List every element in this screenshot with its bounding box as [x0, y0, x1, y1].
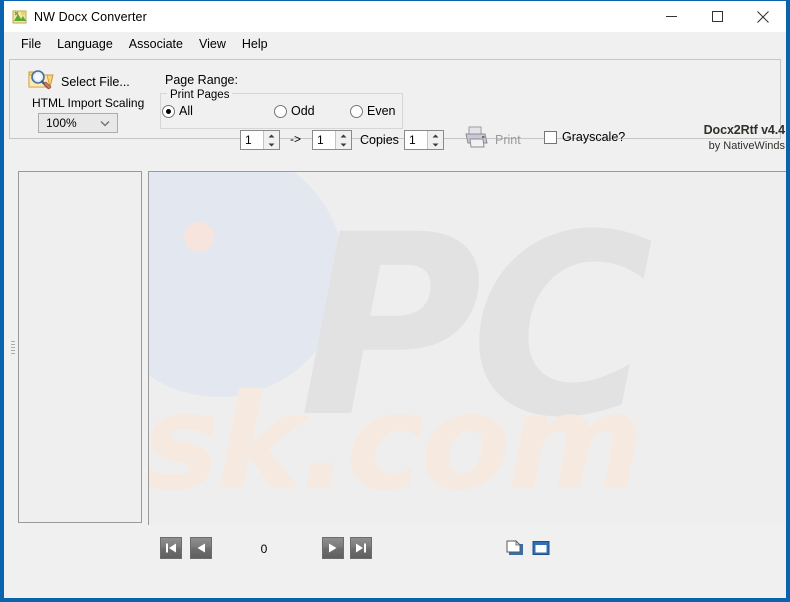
- page-range-to-value: 1: [317, 133, 324, 147]
- checkbox-box: [544, 130, 557, 144]
- print-label: Print: [495, 132, 521, 147]
- page-number-display: 0: [260, 542, 268, 556]
- chevron-down-icon: [97, 120, 113, 127]
- next-page-icon: [329, 543, 337, 553]
- menu-item-view[interactable]: View: [191, 35, 234, 54]
- radio-print-pages-even[interactable]: Even: [350, 104, 396, 118]
- open-folder-search-icon: [28, 67, 54, 96]
- radio-indicator: [350, 104, 363, 118]
- stepper-up-icon[interactable]: [428, 131, 443, 140]
- page-range-separator: ->: [290, 132, 302, 146]
- maximize-button[interactable]: [694, 1, 740, 32]
- print-pages-radios: All Odd Even: [162, 104, 402, 118]
- product-author: by NativeWinds: [708, 140, 785, 152]
- minimize-button[interactable]: [648, 1, 694, 32]
- html-import-scaling-value: 100%: [46, 116, 77, 130]
- copies-label: Copies: [360, 133, 399, 147]
- app-icon: [12, 9, 28, 25]
- html-import-scaling-label: HTML Import Scaling: [32, 96, 145, 110]
- grayscale-label: Grayscale?: [562, 130, 626, 144]
- radio-indicator: [162, 104, 175, 118]
- last-page-button[interactable]: [350, 537, 372, 559]
- page-range-label: Page Range:: [165, 73, 238, 87]
- radio-print-pages-all[interactable]: All: [162, 104, 274, 118]
- title-bar: NW Docx Converter: [0, 0, 790, 32]
- workspace: PC risk.com: [8, 171, 786, 525]
- stepper-arrows[interactable]: [263, 131, 279, 149]
- fit-page-view-button[interactable]: [532, 540, 550, 556]
- first-page-icon: [166, 543, 176, 553]
- document-preview-area[interactable]: PC risk.com: [148, 171, 786, 525]
- maximize-icon: [711, 11, 723, 22]
- stepper-up-icon[interactable]: [264, 131, 279, 140]
- fit-page-view-icon: [532, 541, 550, 555]
- window-controls: [648, 1, 786, 32]
- printer-icon: [462, 124, 490, 155]
- radio-label: Even: [367, 104, 396, 118]
- close-button[interactable]: [740, 1, 786, 32]
- radio-label: All: [179, 104, 193, 118]
- previous-page-button[interactable]: [190, 537, 212, 559]
- stepper-down-icon[interactable]: [336, 140, 351, 149]
- print-button[interactable]: Print: [462, 124, 521, 155]
- page-range-to-stepper[interactable]: 1: [312, 130, 352, 150]
- product-name: Docx2Rtf v4.4: [703, 123, 785, 137]
- single-page-view-button[interactable]: [506, 540, 524, 556]
- stepper-down-icon[interactable]: [428, 140, 443, 149]
- radio-label: Odd: [291, 104, 315, 118]
- copies-stepper[interactable]: 1: [404, 130, 444, 150]
- first-page-button[interactable]: [160, 537, 182, 559]
- close-icon: [757, 10, 769, 23]
- page-range-from-value: 1: [245, 133, 252, 147]
- next-page-button[interactable]: [322, 537, 344, 559]
- page-range-from-stepper[interactable]: 1: [240, 130, 280, 150]
- menu-bar: File Language Associate View Help: [4, 32, 786, 56]
- menu-item-language[interactable]: Language: [49, 35, 121, 54]
- select-file-button[interactable]: Select File...: [28, 67, 130, 96]
- stepper-arrows[interactable]: [427, 131, 443, 149]
- minimize-icon: [665, 16, 677, 17]
- watermark-circle: [149, 172, 344, 397]
- print-pages-legend: Print Pages: [167, 89, 233, 101]
- menu-item-associate[interactable]: Associate: [121, 35, 191, 54]
- stepper-down-icon[interactable]: [264, 140, 279, 149]
- previous-page-icon: [197, 543, 205, 553]
- watermark-logo: PC: [299, 181, 654, 472]
- status-bar: 100%: [8, 525, 786, 594]
- radio-print-pages-odd[interactable]: Odd: [274, 104, 350, 118]
- watermark-domain: risk.com: [148, 366, 644, 520]
- thumbnails-panel[interactable]: [18, 171, 142, 523]
- html-import-scaling-select[interactable]: 100%: [38, 113, 118, 133]
- toolbar-panel: Select File... HTML Import Scaling 100% …: [9, 59, 785, 152]
- window-title: NW Docx Converter: [34, 9, 147, 24]
- menu-item-help[interactable]: Help: [234, 35, 276, 54]
- menu-item-file[interactable]: File: [13, 35, 49, 54]
- branding: Docx2Rtf v4.4 by NativeWinds: [665, 123, 785, 152]
- stepper-up-icon[interactable]: [336, 131, 351, 140]
- application-window: File Language Associate View Help Select…: [0, 32, 790, 602]
- watermark-dot: [184, 222, 214, 252]
- select-file-label: Select File...: [61, 74, 130, 89]
- grayscale-checkbox[interactable]: Grayscale?: [544, 130, 625, 144]
- left-splitter-handle[interactable]: [8, 171, 18, 525]
- stepper-arrows[interactable]: [335, 131, 351, 149]
- single-page-view-icon: [506, 540, 523, 555]
- last-page-icon: [356, 543, 366, 553]
- copies-value: 1: [409, 133, 416, 147]
- splitter-grip-icon: [11, 341, 15, 355]
- radio-indicator: [274, 104, 287, 118]
